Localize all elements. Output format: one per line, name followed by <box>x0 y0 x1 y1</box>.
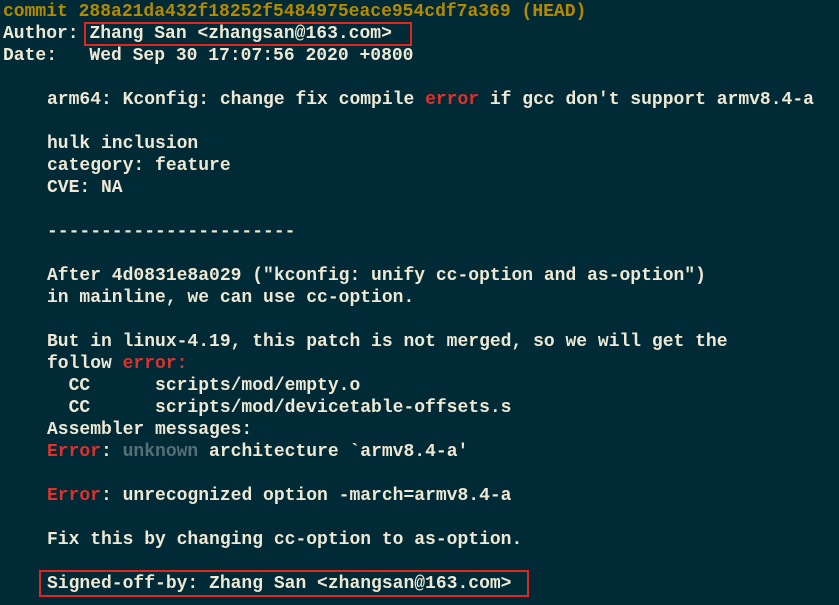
error-label: Error <box>47 442 102 462</box>
body-mainline-line: in mainline, we can use cc-option. <box>47 288 415 308</box>
cc-devicetable-line: CC scripts/mod/devicetable-offsets.s <box>47 398 512 418</box>
commit-ref: (HEAD) <box>521 2 587 22</box>
category-line: category: feature <box>47 156 231 176</box>
error-label: Error <box>47 486 102 506</box>
separator-line: ----------------------- <box>47 222 296 242</box>
unknown-word: unknown <box>122 442 199 462</box>
body-after-line: After 4d0831e8a029 ("kconfig: unify cc-o… <box>47 266 706 286</box>
subject-error-word: error <box>425 90 480 110</box>
subject-line: arm64: Kconfig: change fix compile error… <box>47 89 814 111</box>
follow-error-word: error <box>122 354 177 374</box>
commit-hash: 288a21da432f18252f5484975eace954cdf7a369 <box>78 2 511 22</box>
subject-text-after: if gcc don't support armv8.4-a <box>479 90 814 110</box>
date-label: Date: <box>3 46 58 66</box>
error-unrecognized-line: Error: unrecognized option -march=armv8.… <box>47 486 512 506</box>
author-line: Author: Zhang San <zhangsan@163.com> <box>3 23 392 45</box>
commit-line: commit 288a21da432f18252f5484975eace954c… <box>3 1 586 23</box>
author-value: Zhang San <zhangsan@163.com> <box>89 24 392 44</box>
terminal-window[interactable]: commit 288a21da432f18252f5484975eace954c… <box>0 0 839 605</box>
body-but-line: But in linux-4.19, this patch is not mer… <box>47 332 728 352</box>
cve-line: CVE: NA <box>47 178 123 198</box>
error-unknown-arch-line: Error: unknown architecture `armv8.4-a' <box>47 442 469 462</box>
author-label: Author: <box>3 24 79 44</box>
commit-prefix: commit <box>3 2 68 22</box>
body-follow-line: follow error: <box>47 354 188 374</box>
date-line: Date: Wed Sep 30 17:07:56 2020 +0800 <box>3 45 413 67</box>
assembler-messages-line: Assembler messages: <box>47 420 253 440</box>
date-value: Wed Sep 30 17:07:56 2020 +0800 <box>89 46 414 66</box>
hulk-line: hulk inclusion <box>47 134 199 154</box>
cc-empty-line: CC scripts/mod/empty.o <box>47 376 361 396</box>
signed-off-by-line: Signed-off-by: Zhang San <zhangsan@163.c… <box>47 574 512 594</box>
fix-line: Fix this by changing cc-option to as-opt… <box>47 530 523 550</box>
subject-text-before: arm64: Kconfig: change fix compile <box>47 90 426 110</box>
